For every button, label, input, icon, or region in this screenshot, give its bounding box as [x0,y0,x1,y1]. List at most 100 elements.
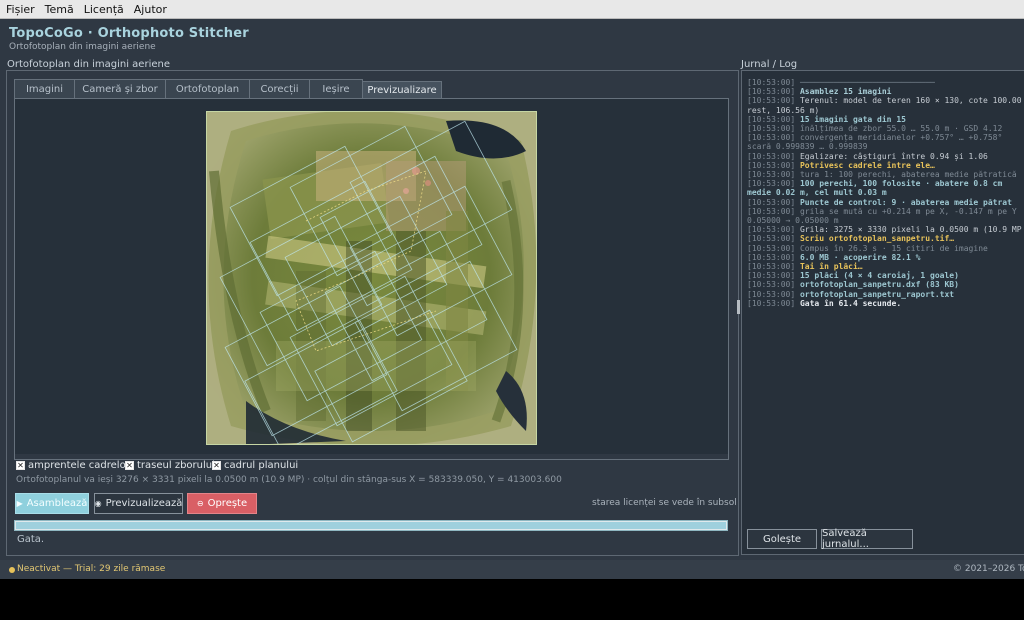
log-timestamp: [10:53:00] [747,179,800,189]
checkbox-flight-path[interactable]: ✕ traseul zborului [125,460,215,471]
log-timestamp: [10:53:00] [747,234,800,244]
log-line: [10:53:00] Puncte de control: 9 · abater… [747,198,1024,207]
checkbox-frame-footprints-label: amprentele cadrelor [28,460,130,471]
app-subtitle: Ortofotoplan din imagini aeriene [9,42,156,52]
log-line: [10:53:00] Egalizare: câștiguri între 0.… [747,152,1024,161]
log-message: scară 0.999839 … 0.999839 [747,142,868,152]
stop-button[interactable]: ⊖ Oprește [187,493,257,514]
log-message: medie 0.02 m, cel mult 0.03 m [747,188,887,198]
eye-icon: ◉ [94,499,102,508]
menu-bar: Fișier Temă Licență Ajutor [0,0,1024,19]
log-message: ortofotoplan_sanpetru.dxf (83 KB) [799,280,959,290]
copyright: © 2021–2026 Top [953,564,1024,574]
tab-preview[interactable]: Previzualizare [362,81,442,99]
log-message: 15 imagini gata din 15 [799,114,906,124]
tab-corrections[interactable]: Corecții [249,79,310,98]
log-message: Potrivesc cadrele între ele… [799,160,935,170]
log-timestamp: [10:53:00] [747,151,800,161]
status-text: Gata. [17,534,45,545]
checkbox-frame-footprints[interactable]: ✕ amprentele cadrelor [16,460,130,471]
left-group-label: Ortofotoplan din imagini aeriene [7,59,170,70]
log-message: ──────────────────────────── [799,78,935,87]
log-message: Gata în 61.4 secunde. [799,298,902,308]
log-timestamp: [10:53:00] [747,271,800,281]
log-message: rest, 106.56 m) [747,105,820,115]
log-message: Egalizare: câștiguri între 0.94 și 1.06 [799,151,988,161]
checkbox-flight-path-box[interactable]: ✕ [125,461,134,470]
log-line: medie 0.02 m, cel mult 0.03 m [747,188,1024,197]
checkbox-flight-path-label: traseul zborului [137,460,215,471]
log-timestamp: [10:53:00] [747,87,800,97]
output-info-line: Ortofotoplanul va ieși 3276 × 3331 pixel… [16,475,562,485]
tab-camera-flight[interactable]: Cameră și zbor [74,79,166,98]
log-line: [10:53:00] ──────────────────────────── [747,78,1024,87]
checkbox-plan-frame[interactable]: ✕ cadrul planului [212,460,298,471]
log-text-area[interactable]: [10:53:00] ────────────────────────────[… [747,78,1024,528]
log-line: rest, 106.56 m) [747,106,1024,115]
log-line: [10:53:00] Scriu ortofotoplan_sanpetru.t… [747,234,1024,243]
log-timestamp: [10:53:00] [747,252,800,262]
app-title: TopoCoGo · Orthophoto Stitcher [9,26,249,41]
license-note: starea licenței se vede în subsol [592,498,737,508]
log-line: [10:53:00] ortofotoplan_sanpetru.dxf (83… [747,280,1024,289]
log-message: Asamblez 15 imagini [799,87,892,97]
log-group-label: Jurnal / Log [741,59,798,70]
clear-log-button[interactable]: Golește [747,529,817,549]
checkbox-plan-frame-label: cadrul planului [224,460,299,471]
log-message: ortofotoplan_sanpetru_raport.txt [799,289,955,299]
menu-license[interactable]: Licență [80,3,128,16]
log-timestamp: [10:53:00] [747,225,800,235]
log-message: convergența meridianelor +0.757° … +0.75… [799,133,1003,143]
log-line: [10:53:00] Gata în 61.4 secunde. [747,299,1024,308]
tab-images[interactable]: Imagini [14,79,75,98]
log-message: 6.0 MB · acoperire 82.1 % [799,252,921,262]
save-log-button[interactable]: Salvează jurnalul... [821,528,913,550]
license-status: Neactivat — Trial: 29 zile rămase [17,564,166,574]
menu-file[interactable]: Fișier [2,3,39,16]
preview-button[interactable]: ◉ Previzualizează [94,493,183,514]
log-line: [10:53:00] convergența meridianelor +0.7… [747,133,1024,142]
log-timestamp: [10:53:00] [747,170,800,180]
checkbox-frame-footprints-box[interactable]: ✕ [16,461,25,470]
assemble-button-label: Asamblează [26,498,88,509]
log-timestamp: [10:53:00] [747,114,800,124]
preview-button-label: Previzualizează [105,498,183,509]
stop-icon: ⊖ [196,499,204,508]
log-line: 0.05000 → 0.05000 m [747,216,1024,225]
log-timestamp: [10:53:00] [747,243,800,253]
log-line: [10:53:00] Compus în 26.3 s · 15 citiri … [747,244,1024,253]
log-line: [10:53:00] înălțimea de zbor 55.0 … 55.0… [747,124,1024,133]
menu-theme[interactable]: Temă [41,3,78,16]
log-message: 15 plăci (4 × 4 caroiaj, 1 goale) [799,271,959,281]
tab-output[interactable]: Ieșire [309,79,363,98]
log-line: [10:53:00] Tai în plăci… [747,262,1024,271]
log-message: Terenul: model de teren 160 × 130, cote … [799,96,1022,106]
log-message: 100 perechi, 100 folosite · abatere 0.8 … [799,179,1003,189]
log-message: Tai în plăci… [799,262,863,272]
log-message: tura 1: 100 perechi, abaterea medie pătr… [799,170,1017,180]
log-line: [10:53:00] 15 plăci (4 × 4 caroiaj, 1 go… [747,271,1024,280]
log-message: Puncte de control: 9 · abaterea medie pă… [799,197,1012,207]
assemble-button[interactable]: ▶ Asamblează [15,493,89,514]
log-line: scară 0.999839 … 0.999839 [747,142,1024,151]
log-message: Scriu ortofotoplan_sanpetru.tif… [799,234,955,244]
log-timestamp: [10:53:00] [747,280,800,290]
log-line: [10:53:00] grila se mută cu +0.214 m pe … [747,207,1024,216]
log-timestamp: [10:53:00] [747,262,800,272]
log-message: Compus în 26.3 s · 15 citiri de imagine [799,243,988,253]
progress-bar-fill [16,522,726,529]
log-timestamp: [10:53:00] [747,289,800,299]
log-timestamp: [10:53:00] [747,96,800,106]
checkbox-plan-frame-box[interactable]: ✕ [212,461,221,470]
log-line: [10:53:00] tura 1: 100 perechi, abaterea… [747,170,1024,179]
menu-help[interactable]: Ajutor [130,3,171,16]
log-message: Grila: 3275 × 3330 pixeli la 0.0500 m (1… [799,225,1022,235]
log-line: [10:53:00] 6.0 MB · acoperire 82.1 % [747,253,1024,262]
orthophoto-preview-image[interactable] [206,111,537,445]
log-line: [10:53:00] 15 imagini gata din 15 [747,115,1024,124]
log-line: [10:53:00] Asamblez 15 imagini [747,87,1024,96]
tab-orthophotoplan[interactable]: Ortofotoplan [165,79,250,98]
splitter-handle[interactable] [737,300,740,314]
log-timestamp: [10:53:00] [747,197,800,207]
license-status-dot-icon [9,567,15,573]
